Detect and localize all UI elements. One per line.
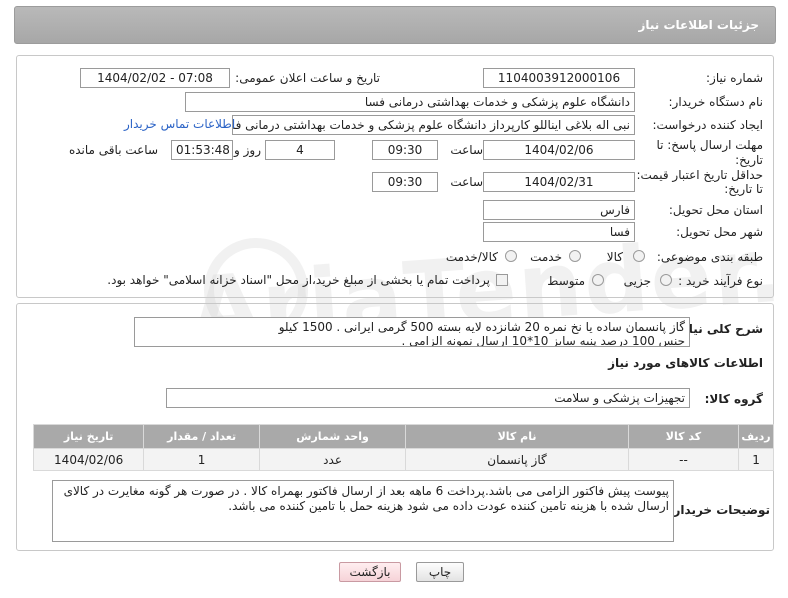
deadline-date-field: 1404/02/06	[483, 140, 635, 160]
col-goods-name: نام کالا	[405, 424, 629, 449]
purchase-type-label: نوع فرآیند خرید :	[678, 274, 763, 288]
goods-group-label: گروه کالا:	[704, 392, 763, 406]
requester-field: نبی اله بلاغی ایناللو کارپرداز دانشگاه ع…	[232, 115, 635, 135]
purchase-medium-label: متوسط	[547, 274, 585, 288]
buyer-contact-link[interactable]: اطلاعات تماس خریدار	[124, 117, 235, 131]
category-radio-goods-service[interactable]	[505, 250, 517, 262]
city-field: فسا	[483, 222, 635, 242]
province-field: فارس	[483, 200, 635, 220]
cell-goods-name: گاز پانسمان	[405, 448, 629, 471]
remaining-time-label: ساعت باقی مانده	[68, 143, 158, 157]
col-quantity: تعداد / مقدار	[143, 424, 260, 449]
city-label: شهر محل تحویل:	[676, 225, 763, 239]
page-header: جزئیات اطلاعات نیاز	[14, 6, 776, 44]
deadline-time-label: ساعت	[450, 143, 483, 157]
col-need-date: تاریخ نیاز	[32, 424, 145, 449]
buyer-notes-line-2: ارسال شده با هزینه تامین کننده عودت داده…	[228, 499, 669, 513]
cell-quantity: 1	[143, 448, 260, 471]
category-label: طبقه بندی موضوعی:	[656, 250, 763, 264]
buyer-org-field: دانشگاه علوم پزشکی و خدمات بهداشتی درمان…	[185, 92, 635, 112]
deadline-label-2: تاریخ:	[735, 153, 763, 167]
validity-label: حداقل تاریخ اعتبار قیمت:	[636, 168, 763, 182]
days-remaining-field: 4	[265, 140, 335, 160]
col-goods-code: کد کالا	[627, 424, 740, 449]
remaining-time-field: 01:53:48	[171, 140, 233, 160]
back-button[interactable]: بازگشت	[339, 562, 401, 582]
col-row-number: ردیف	[738, 424, 774, 449]
validity-label-2: تا تاریخ:	[724, 182, 763, 196]
goods-group-field: تجهیزات پزشکی و سلامت	[166, 388, 690, 408]
col-unit: واحد شمارش	[258, 424, 407, 449]
page-title: جزئیات اطلاعات نیاز	[638, 18, 759, 32]
category-goods-label: کالا	[606, 250, 623, 264]
goods-table-header: ردیف کد کالا نام کالا واحد شمارش تعداد /…	[32, 424, 774, 449]
treasury-checkbox[interactable]	[496, 274, 508, 286]
days-label: روز و	[234, 143, 261, 157]
deadline-time-field: 09:30	[372, 140, 438, 160]
need-number-field: 1104003912000106	[483, 68, 635, 88]
buyer-org-label: نام دستگاه خریدار:	[668, 95, 764, 109]
validity-time-field: 09:30	[372, 172, 438, 192]
cell-unit: عدد	[258, 448, 407, 471]
province-label: استان محل تحویل:	[668, 203, 763, 217]
buyer-notes-textarea[interactable]: پیوست پیش فاکتور الزامی می باشد.پرداخت 6…	[52, 480, 674, 542]
deadline-label: مهلت ارسال پاسخ: تا	[656, 138, 763, 152]
print-button[interactable]: چاپ	[416, 562, 464, 582]
category-service-label: خدمت	[530, 250, 562, 264]
need-number-label: شماره نیاز:	[706, 71, 763, 85]
goods-section-title: اطلاعات کالاهای مورد نیاز	[608, 356, 763, 370]
purchase-minor-label: جزیی	[623, 274, 651, 288]
purchase-radio-minor[interactable]	[660, 274, 672, 286]
buyer-notes-line-1: پیوست پیش فاکتور الزامی می باشد.پرداخت 6…	[63, 484, 669, 498]
purchase-radio-medium[interactable]	[592, 274, 604, 286]
description-textarea[interactable]: گاز پانسمان ساده یا نخ نمره 20 شانزده لا…	[134, 317, 690, 347]
validity-time-label: ساعت	[450, 175, 483, 189]
category-radio-service[interactable]	[569, 250, 581, 262]
cell-goods-code: --	[627, 448, 740, 471]
description-line-1: گاز پانسمان ساده یا نخ نمره 20 شانزده لا…	[278, 320, 685, 334]
category-goods-service-label: کالا/خدمت	[445, 250, 498, 264]
goods-table: ردیف کد کالا نام کالا واحد شمارش تعداد /…	[32, 424, 774, 471]
treasury-payment-note: پرداخت تمام یا بخشی از مبلغ خرید،از محل …	[107, 273, 490, 287]
buyer-notes-label: توضیحات خریدار:	[668, 503, 770, 517]
table-row: 1 -- گاز پانسمان عدد 1 1404/02/06	[32, 448, 774, 471]
description-line-2: جنس 100 درصد پنبه سایز 10*10 ارسال نمونه…	[401, 334, 685, 347]
announce-date-label: تاریخ و ساعت اعلان عمومی:	[235, 71, 380, 85]
category-radio-goods[interactable]	[633, 250, 645, 262]
cell-row-number: 1	[738, 448, 774, 471]
requester-label: ایجاد کننده درخواست:	[652, 118, 763, 132]
validity-date-field: 1404/02/31	[483, 172, 635, 192]
cell-need-date: 1404/02/06	[32, 448, 145, 471]
announce-date-field: 1404/02/02 - 07:08	[80, 68, 230, 88]
